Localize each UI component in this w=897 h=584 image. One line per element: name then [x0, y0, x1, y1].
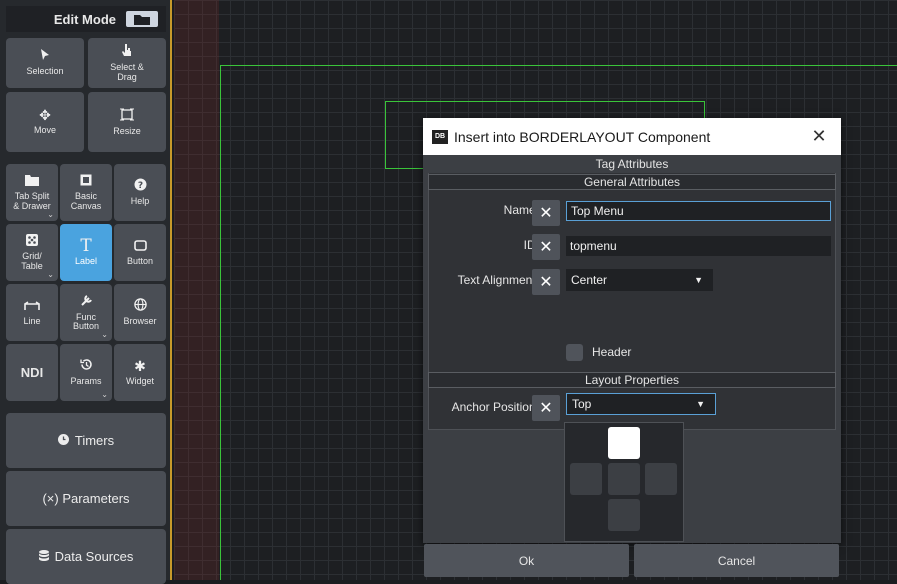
clear-anchor-position-icon[interactable]: ✕ — [532, 395, 560, 421]
caret-down-icon: ▼ — [694, 275, 703, 285]
anchor-position-label: Anchor Position: — [451, 400, 539, 414]
edit-mode-bar: Edit Mode — [6, 6, 166, 32]
dialog-title: Insert into BORDERLAYOUT Component — [454, 128, 711, 145]
grid-table-label: Grid/ Table — [21, 251, 43, 271]
help-button[interactable]: ? Help — [114, 164, 166, 221]
anchor-cell-center[interactable] — [608, 463, 640, 495]
line-connector-icon — [24, 299, 40, 313]
select-drag-label: Select & Drag — [110, 62, 144, 82]
func-button-label: Func Button — [72, 311, 100, 331]
edit-toolbar: Edit Mode Selection Select & Drag ✥ Move… — [0, 0, 172, 584]
text-alignment-label: Text Alignment: — [457, 273, 539, 287]
anchor-position-picker — [564, 422, 684, 542]
selection-label: Selection — [26, 66, 64, 77]
cancel-button[interactable]: Cancel — [634, 544, 839, 577]
clear-text-alignment-icon[interactable]: ✕ — [532, 269, 560, 295]
parameters-label: (×) Parameters — [42, 491, 130, 506]
chevron-down-icon: ⌄ — [101, 329, 108, 339]
resize-frame-icon — [120, 108, 134, 123]
name-input[interactable]: Top Menu — [566, 201, 831, 221]
resize-label: Resize — [113, 125, 141, 136]
button-outline-icon — [133, 239, 147, 253]
widget-label: Widget — [125, 375, 154, 386]
widget-tool-button[interactable]: ✱ Widget — [114, 344, 166, 401]
func-button-tool-button[interactable]: Func Button ⌄ — [60, 284, 112, 341]
globe-icon — [133, 298, 147, 313]
data-sources-button[interactable]: Data Sources — [6, 529, 166, 584]
clear-id-icon[interactable]: ✕ — [532, 234, 560, 260]
attributes-form: General Attributes Name: ✕ Top Menu ID: … — [428, 173, 836, 430]
help-circle-icon: ? — [134, 178, 147, 193]
button-tool-label: Button — [126, 255, 154, 266]
basic-canvas-button[interactable]: Basic Canvas — [60, 164, 112, 221]
ndi-label: NDI — [20, 364, 44, 380]
header-checkbox-label: Header — [592, 345, 632, 359]
resize-tool-button[interactable]: Resize — [88, 92, 166, 152]
select-drag-tool-button[interactable]: Select & Drag — [88, 38, 166, 88]
clear-name-icon[interactable]: ✕ — [532, 200, 560, 226]
chevron-down-icon: ⌄ — [47, 209, 54, 219]
hand-pointer-icon — [122, 44, 132, 59]
move-tool-button[interactable]: ✥ Move — [6, 92, 84, 152]
text-alignment-value: Center — [571, 273, 608, 287]
line-label: Line — [23, 315, 41, 326]
params-label: Params — [70, 376, 102, 387]
header-checkbox[interactable] — [566, 344, 583, 361]
dialog-titlebar: DB Insert into BORDERLAYOUT Component ✕ — [423, 118, 841, 155]
wrench-slash-icon — [80, 294, 93, 309]
anchor-cell-left[interactable] — [570, 463, 602, 495]
tag-attributes-heading: Tag Attributes — [423, 155, 841, 173]
canvas-square-icon — [80, 174, 92, 188]
puzzle-piece-icon: ✱ — [134, 357, 146, 374]
id-input[interactable]: topmenu — [566, 236, 831, 256]
selection-tool-button[interactable]: Selection — [6, 38, 84, 88]
chevron-down-icon: ⌄ — [101, 389, 108, 399]
browser-label: Browser — [123, 316, 157, 327]
text-alignment-select[interactable]: Center ▼ — [566, 269, 713, 291]
grid-table-button[interactable]: Grid/ Table ⌄ — [6, 224, 58, 281]
move-arrows-icon: ✥ — [39, 107, 51, 124]
canvas-margin-area — [174, 0, 219, 580]
dialog-body: Tag Attributes General Attributes Name: … — [423, 155, 841, 577]
history-clock-icon — [79, 358, 93, 373]
folder-icon[interactable] — [126, 11, 158, 27]
edit-mode-label: Edit Mode — [53, 11, 116, 27]
caret-down-icon: ▼ — [696, 399, 705, 409]
anchor-cell-right[interactable] — [645, 463, 677, 495]
tab-split-drawer-button[interactable]: Tab Split & Drawer ⌄ — [6, 164, 58, 221]
label-tool-button[interactable]: T Label — [60, 224, 112, 281]
grid-dice-icon — [26, 234, 38, 248]
browser-tool-button[interactable]: Browser — [114, 284, 166, 341]
anchor-position-value: Top — [572, 397, 592, 411]
data-sources-label: Data Sources — [54, 549, 134, 564]
button-tool-button[interactable]: Button — [114, 224, 166, 281]
help-label: Help — [130, 196, 150, 207]
label-tool-label: Label — [74, 255, 98, 266]
text-t-icon: T — [80, 235, 92, 256]
timers-button[interactable]: Timers — [6, 413, 166, 468]
ok-button[interactable]: Ok — [424, 544, 629, 577]
close-icon[interactable]: ✕ — [797, 126, 841, 147]
anchor-cell-bottom[interactable] — [608, 499, 640, 531]
tab-split-drawer-label: Tab Split & Drawer — [13, 191, 51, 211]
chevron-down-icon: ⌄ — [47, 269, 54, 279]
layout-properties-heading: Layout Properties — [428, 372, 836, 388]
move-label: Move — [33, 125, 56, 136]
basic-canvas-label: Basic Canvas — [70, 191, 102, 211]
app-logo-icon: DB — [432, 129, 448, 144]
svg-text:?: ? — [137, 181, 142, 191]
folder-tab-icon — [25, 174, 39, 188]
cursor-arrow-icon — [40, 49, 50, 63]
line-tool-button[interactable]: Line — [6, 284, 58, 341]
anchor-cell-top[interactable] — [608, 427, 640, 459]
anchor-position-select[interactable]: Top ▼ — [566, 393, 716, 415]
ndi-tool-button[interactable]: NDI — [6, 344, 58, 401]
clock-icon — [57, 433, 69, 448]
general-attributes-heading: General Attributes — [428, 174, 836, 190]
params-tool-button[interactable]: Params ⌄ — [60, 344, 112, 401]
parameters-button[interactable]: (×) Parameters — [6, 471, 166, 526]
timers-label: Timers — [74, 433, 115, 448]
insert-component-dialog: DB Insert into BORDERLAYOUT Component ✕ … — [423, 118, 841, 577]
database-icon — [38, 549, 49, 564]
